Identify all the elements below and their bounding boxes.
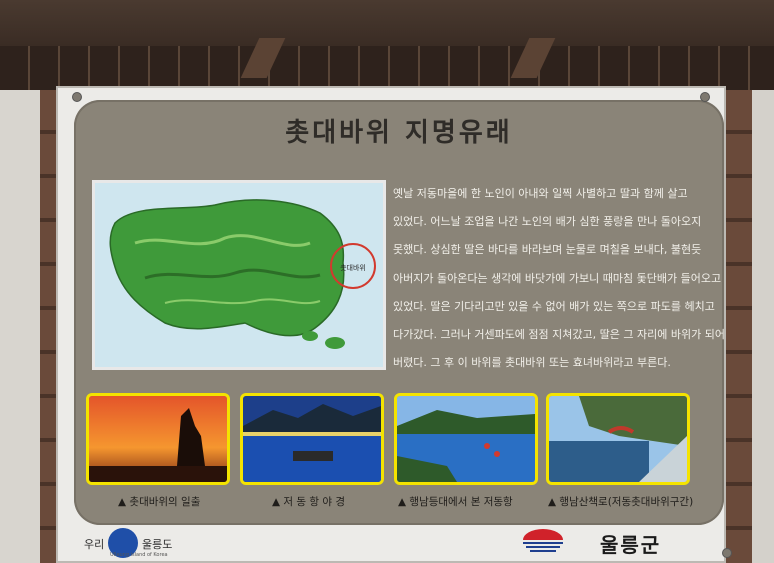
story-line: 있었다. 어느날 조업을 나간 노인의 배가 심한 풍랑을 만나 돌아오지 (393, 215, 702, 229)
county-emblem-icon (520, 528, 566, 556)
story-line: 아버지가 돌아온다는 생각에 바닷가에 가보니 때마침 돛단배가 들어오고 (393, 271, 722, 285)
photo-night-harbor (240, 393, 384, 485)
roof-underside (0, 46, 774, 90)
story-line: 못했다. 상심한 딸은 바다를 바라보며 눈물로 며칠을 보내다, 불현듯 (393, 243, 702, 257)
screw-icon (700, 92, 710, 102)
story-line: 다가갔다. 그러나 거센파도에 점점 지쳐갔고, 딸은 그 자리에 바위가 되어 (393, 328, 725, 342)
map-label: 촛대바위 (340, 263, 366, 272)
story-line: 버렸다. 그 후 이 바위를 촛대바위 또는 효녀바위라고 부른다. (393, 356, 671, 370)
photo-caption: ▲ 촛대바위의 일출 (118, 496, 201, 508)
photo-sunrise (86, 393, 230, 485)
photo-caption: ▲ 저 동 항 야 경 (272, 496, 346, 508)
brand-subtext: Ulleung island of Korea (110, 552, 168, 558)
screw-icon (72, 92, 82, 102)
story-line: 있었다. 딸은 기다리고만 있을 수 없어 배가 있는 쪽으로 파도를 헤치고 (393, 299, 715, 313)
photo-coastal-walkway (546, 393, 690, 485)
sign-title: 촛대바위 지명유래 (285, 118, 513, 148)
screw-icon (722, 548, 732, 558)
photo-caption: ▲ 행남산책로(저동촛대바위구간) (548, 496, 694, 508)
county-name: 울릉군 (600, 533, 662, 557)
island-map: 촛대바위 (92, 180, 386, 370)
legend-text: 옛날 저동마을에 한 노인이 아내와 일찍 사별하고 딸과 함께 살고 있었다.… (393, 180, 725, 377)
brand-text: 우리 (84, 538, 105, 551)
photo-caption: ▲ 행남등대에서 본 저동항 (398, 496, 513, 508)
story-line: 옛날 저동마을에 한 노인이 아내와 일찍 사별하고 딸과 함께 살고 (393, 187, 688, 200)
photo-harbor-view (394, 393, 538, 485)
brand-text: 울릉도 (142, 538, 173, 551)
concrete-wall-left (0, 80, 42, 563)
wooden-roof (0, 0, 774, 46)
